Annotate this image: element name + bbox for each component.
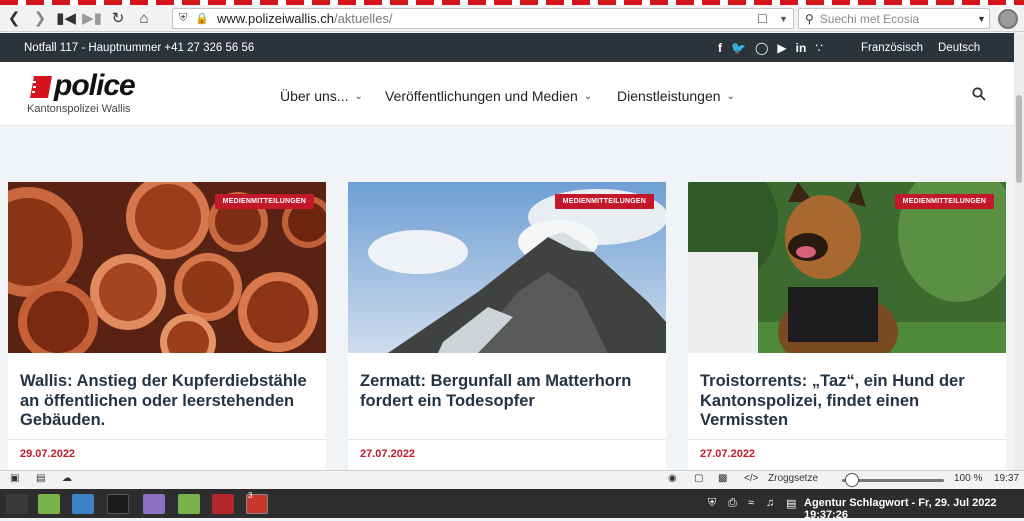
card-divider (348, 439, 666, 440)
emergency-number: Notfall 117 - Hauptnummer +41 27 326 56 … (24, 41, 255, 54)
news-date: 29.07.2022 (20, 448, 76, 460)
panel-toggle-icon[interactable]: ▣ (10, 473, 19, 484)
category-badge[interactable]: MEDIENMITTEILUNGEN (894, 194, 994, 209)
news-date: 27.07.2022 (700, 448, 756, 460)
search-engine-bar[interactable]: ⚲ Suechi met Ecosia ▼ (798, 8, 990, 29)
browser-clock: 19:37 (994, 473, 1020, 484)
social-links: f 🐦 ◯ ▶ in ∵ (718, 33, 823, 62)
browser-toolbar: ❮ ❯ ▮◀ ▶▮ ↻ ⌂ ⛨ 🔒 www.polizeiwallis.ch/a… (0, 5, 1024, 32)
mint-menu-icon[interactable] (6, 494, 28, 514)
zoom-slider-handle[interactable] (845, 473, 859, 487)
facebook-icon[interactable]: f (718, 41, 722, 55)
lock-icon: 🔒 (195, 13, 209, 25)
category-badge[interactable]: MEDIENMITTEILUNGEN (554, 194, 654, 209)
nav-about[interactable]: Über uns... ⌄ (280, 88, 363, 104)
window-count-badge: 3 (248, 491, 253, 500)
twitter-icon[interactable]: 🐦 (731, 41, 746, 55)
linkedin-icon[interactable]: in (796, 41, 807, 55)
nav-services-label: Dienstleistungen (617, 88, 721, 104)
zoom-reset-button[interactable]: Zroggsetze (768, 473, 818, 484)
card-divider (8, 439, 326, 440)
logo-wordmark: police (54, 69, 136, 102)
search-engine-input[interactable]: Suechi met Ecosia (820, 12, 919, 26)
back-icon[interactable]: ❮ (2, 7, 26, 29)
clipboard-icon[interactable]: ▤ (786, 497, 796, 510)
profile-avatar[interactable] (998, 9, 1018, 29)
tray-status-text: Agentur Schlagwort - Fr, 29. Jul 2022 19… (804, 497, 997, 521)
wifi-icon[interactable]: ≈ (748, 497, 754, 509)
folder-icon[interactable] (38, 494, 60, 514)
page-scrollbar[interactable] (1014, 33, 1024, 470)
reload-icon[interactable]: ↻ (106, 7, 130, 29)
image-icon[interactable]: ▩ (718, 473, 727, 484)
news-date: 27.07.2022 (360, 448, 416, 460)
browser-status-bar: ▣ ▤ ☁ ◉ ▢ ▩ </> Zroggsetze 100 % 19:37 (0, 470, 1024, 489)
chevron-down-icon: ⌄ (354, 90, 363, 102)
zoom-value: 100 % (954, 473, 983, 484)
terminal-icon[interactable] (107, 494, 129, 514)
chevron-down-icon: ⌄ (583, 90, 593, 102)
lang-french-link[interactable]: Französisch (861, 33, 923, 62)
site-header: police Kantonspolizei Wallis Über uns...… (0, 62, 1014, 126)
music-icon[interactable]: ♫ (766, 497, 774, 509)
shield-tray-icon[interactable]: ⛨ (708, 497, 716, 510)
filezilla-icon[interactable] (212, 494, 234, 514)
shield-icon: ⛨ (179, 12, 188, 24)
nav-publications-label: Veröffentlichungen und Medien (385, 88, 578, 104)
news-card[interactable]: MEDIENMITTEILUNGEN Troistorrents: „Taz“,… (688, 182, 1006, 470)
news-card[interactable]: MEDIENMITTEILUNGEN Wallis: Anstieg der K… (8, 182, 326, 470)
chevron-down-icon[interactable]: ▼ (977, 14, 986, 24)
lang-german-link[interactable]: Deutsch (938, 33, 980, 62)
window-icon[interactable]: ▤ (36, 473, 45, 484)
logo-mark-icon (30, 76, 52, 98)
skip-back-icon[interactable]: ▮◀ (54, 7, 78, 29)
instagram-icon[interactable]: ◯ (755, 41, 768, 55)
logo-subtitle: Kantonspolizei Wallis (27, 103, 131, 115)
nav-about-label: Über uns... (280, 88, 349, 104)
code-icon[interactable]: </> (744, 473, 758, 484)
rss-icon[interactable]: ∵ (815, 41, 823, 55)
search-icon: ⚲ (805, 11, 814, 26)
news-card[interactable]: MEDIENMITTEILUNGEN Zermatt: Bergunfall a… (348, 182, 666, 470)
folder-icon[interactable] (178, 494, 200, 514)
chevron-down-icon: ⌄ (726, 90, 735, 102)
news-title[interactable]: Wallis: Anstieg der Kupferdiebstähle an … (20, 372, 320, 431)
category-badge[interactable]: MEDIENMITTEILUNGEN (214, 194, 314, 209)
news-title[interactable]: Zermatt: Bergunfall am Matterhorn forder… (360, 372, 660, 411)
camera-icon[interactable]: ◉ (668, 473, 677, 484)
tile-icon[interactable]: ▢ (694, 473, 703, 484)
card-divider (688, 439, 1006, 440)
youtube-icon[interactable]: ▶ (777, 41, 786, 55)
skip-forward-icon[interactable]: ▶▮ (80, 7, 104, 29)
os-taskbar: 3 ⛨ ⎙ ≈ ♫ ▤ Agentur Schlagwort - Fr, 29.… (0, 489, 1024, 521)
nav-publications[interactable]: Veröffentlichungen und Medien ⌄ (385, 88, 592, 104)
url-host: www.polizeiwallis.ch (216, 11, 334, 26)
camera-app-icon[interactable] (72, 494, 94, 514)
search-icon[interactable] (972, 87, 986, 101)
scrollbar-thumb[interactable] (1016, 95, 1022, 183)
cloud-icon[interactable]: ☁ (62, 473, 72, 484)
site-top-bar: Notfall 117 - Hauptnummer +41 27 326 56 … (0, 33, 1014, 62)
url-path: /aktuelles/ (334, 11, 393, 26)
address-bar[interactable]: ⛨ 🔒 www.polizeiwallis.ch/aktuelles/ ☐ ▼ (172, 8, 794, 29)
forward-icon[interactable]: ❯ (28, 7, 52, 29)
news-title[interactable]: Troistorrents: „Taz“, ein Hund der Kanto… (700, 372, 1000, 431)
notes-app-icon[interactable] (143, 494, 165, 514)
vivaldi-icon[interactable]: 3 (246, 491, 268, 514)
bookmark-icon[interactable]: ☐ (757, 12, 768, 26)
home-icon[interactable]: ⌂ (132, 7, 156, 29)
police-logo[interactable]: police (30, 69, 160, 102)
chevron-down-icon[interactable]: ▼ (779, 14, 788, 24)
nav-services[interactable]: Dienstleistungen ⌄ (617, 88, 735, 104)
printer-icon[interactable]: ⎙ (728, 497, 737, 510)
